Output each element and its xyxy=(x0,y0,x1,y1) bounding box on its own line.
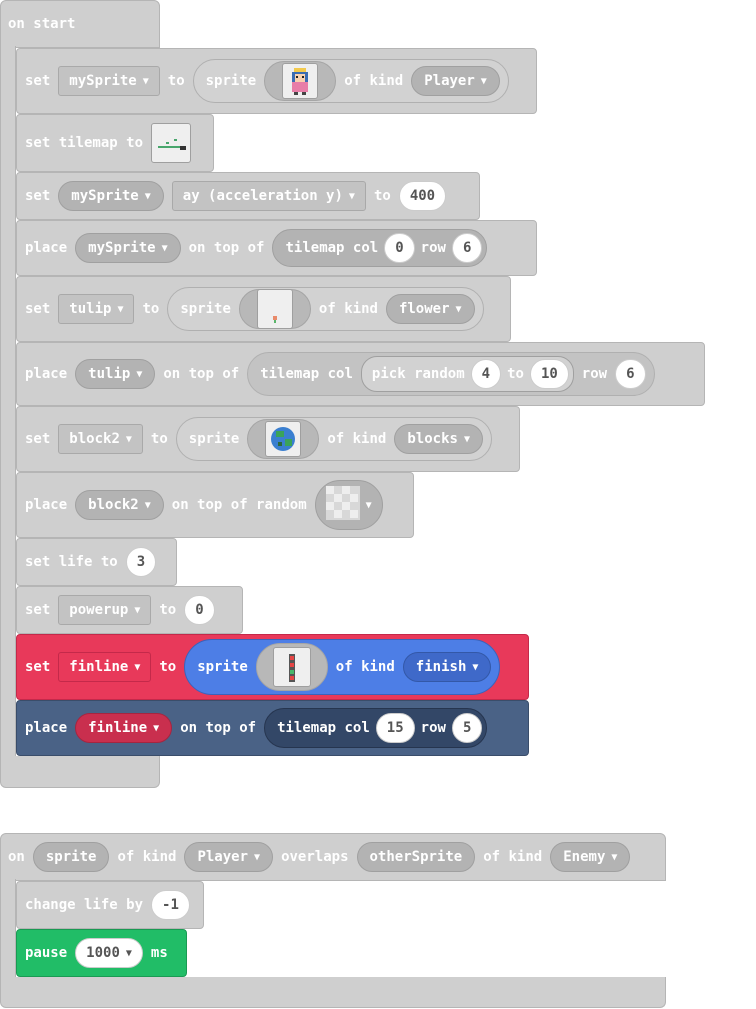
life-value-input[interactable]: 3 xyxy=(125,547,157,577)
dropdown-arrow-icon: ▼ xyxy=(365,499,372,511)
random-min-input[interactable]: 4 xyxy=(470,359,502,389)
variable-dropdown[interactable]: tulip ▼ xyxy=(75,359,156,389)
tulip-image-icon xyxy=(256,289,293,329)
pause-duration-dropdown[interactable]: 1000 ▼ xyxy=(75,938,143,968)
row-input[interactable]: 6 xyxy=(615,359,646,389)
other-sprite-parameter[interactable]: otherSprite xyxy=(356,842,476,872)
property-dropdown[interactable]: ay (acceleration y) ▼ xyxy=(171,181,366,211)
dropdown-arrow-icon: ▼ xyxy=(134,604,141,616)
dropdown-arrow-icon: ▼ xyxy=(480,75,487,87)
acceleration-value-input[interactable]: 400 xyxy=(398,181,447,211)
pause-block[interactable]: pause 1000 ▼ ms xyxy=(16,929,187,977)
traffic-light-icon xyxy=(272,647,311,687)
pick-random-reporter[interactable]: pick random 4 to 10 xyxy=(360,356,574,392)
on-start-body-rail xyxy=(0,46,16,758)
variable-dropdown[interactable]: tulip ▼ xyxy=(58,294,135,324)
sprite-image-picker[interactable] xyxy=(264,61,337,101)
dropdown-arrow-icon: ▼ xyxy=(142,75,149,87)
dropdown-arrow-icon: ▼ xyxy=(136,368,143,380)
on-start-label: on start xyxy=(8,16,76,32)
dropdown-arrow-icon: ▼ xyxy=(134,661,141,673)
change-life-block[interactable]: change life by -1 xyxy=(16,881,204,929)
variable-dropdown[interactable]: finline ▼ xyxy=(58,652,152,682)
variable-dropdown[interactable]: mySprite ▼ xyxy=(75,233,181,263)
set-block2-block[interactable]: set block2 ▼ to sprite of kind blocks ▼ xyxy=(16,406,520,472)
variable-dropdown[interactable]: finline ▼ xyxy=(75,713,173,743)
tilemap-location-reporter[interactable]: tilemap col pick random 4 to 10 row 6 xyxy=(247,352,655,396)
variable-dropdown[interactable]: block2 ▼ xyxy=(75,490,164,520)
dropdown-arrow-icon: ▼ xyxy=(117,303,124,315)
tilemap-location-reporter[interactable]: tilemap col 0 row 6 xyxy=(272,229,488,267)
variable-dropdown[interactable]: powerup ▼ xyxy=(58,595,152,625)
life-change-input[interactable]: -1 xyxy=(151,890,190,920)
set-tilemap-block[interactable]: set tilemap to xyxy=(16,114,214,172)
place-mysprite-block[interactable]: place mySprite ▼ on top of tilemap col 0 … xyxy=(16,220,537,276)
sprite-image-picker[interactable] xyxy=(255,643,328,691)
kind-dropdown[interactable]: blocks ▼ xyxy=(394,424,483,454)
tilemap-location-reporter[interactable]: tilemap col 15 row 5 xyxy=(264,708,488,748)
kind-dropdown[interactable]: finish ▼ xyxy=(402,652,492,682)
overlap-body-rail xyxy=(0,879,16,979)
tilemap-thumbnail-icon[interactable] xyxy=(151,123,192,163)
dropdown-arrow-icon: ▼ xyxy=(144,190,151,202)
variable-dropdown[interactable]: mySprite ▼ xyxy=(58,66,160,96)
on-start-footer xyxy=(0,756,160,788)
set-tulip-block[interactable]: set tulip ▼ to sprite of kind flower ▼ xyxy=(16,276,511,342)
variable-dropdown[interactable]: block2 ▼ xyxy=(58,424,143,454)
kind-dropdown[interactable]: flower ▼ xyxy=(385,294,475,324)
variable-dropdown[interactable]: mySprite ▼ xyxy=(58,181,164,211)
dropdown-arrow-icon: ▼ xyxy=(153,722,160,734)
sprite-of-kind-reporter[interactable]: sprite of kind flower ▼ xyxy=(167,287,484,331)
dropdown-arrow-icon: ▼ xyxy=(455,303,462,315)
princess-sprite-icon xyxy=(282,63,319,99)
sprite-image-picker[interactable] xyxy=(238,289,311,329)
sprite-parameter[interactable]: sprite xyxy=(32,842,110,872)
sprite-of-kind-reporter[interactable]: sprite of kind blocks ▼ xyxy=(175,417,492,461)
set-powerup-block[interactable]: set powerup ▼ to 0 xyxy=(16,586,243,634)
overlap-hat-content: on sprite of kind Player ▼ overlaps other… xyxy=(8,840,631,874)
place-finline-block[interactable]: place finline ▼ on top of tilemap col 15 … xyxy=(16,700,529,756)
set-acceleration-block[interactable]: set mySprite ▼ ay (acceleration y) ▼ to 40… xyxy=(16,172,480,220)
column-input[interactable]: 15 xyxy=(375,713,415,743)
row-input[interactable]: 5 xyxy=(451,713,483,743)
dropdown-arrow-icon: ▼ xyxy=(611,851,618,863)
dropdown-arrow-icon: ▼ xyxy=(125,433,132,445)
random-max-input[interactable]: 10 xyxy=(529,359,569,389)
row-input[interactable]: 6 xyxy=(451,233,483,263)
set-finline-block[interactable]: set finline ▼ to sprite of kind finish ▼ xyxy=(16,634,529,700)
place-block2-block[interactable]: place block2 ▼ on top of random ▼ xyxy=(16,472,414,538)
dropdown-arrow-icon: ▼ xyxy=(254,851,261,863)
kind-dropdown[interactable]: Player ▼ xyxy=(411,66,500,96)
sprite-of-kind-reporter[interactable]: sprite of kind finish ▼ xyxy=(184,639,501,695)
dropdown-arrow-icon: ▼ xyxy=(144,499,151,511)
kind-dropdown-1[interactable]: Player ▼ xyxy=(184,842,274,872)
checker-tile-icon xyxy=(325,486,360,524)
dropdown-arrow-icon: ▼ xyxy=(463,433,470,445)
tile-picker-dropdown[interactable]: ▼ xyxy=(314,480,383,530)
column-input[interactable]: 0 xyxy=(384,233,415,263)
sprite-of-kind-reporter[interactable]: sprite of kind Player ▼ xyxy=(192,59,509,103)
set-mysprite-block[interactable]: set mySprite ▼ to sprite of kind Player ▼ xyxy=(16,48,537,114)
powerup-value-input[interactable]: 0 xyxy=(184,595,215,625)
dropdown-arrow-icon: ▼ xyxy=(348,190,355,202)
overlap-footer xyxy=(0,977,666,1008)
kind-dropdown-2[interactable]: Enemy ▼ xyxy=(550,842,631,872)
dropdown-arrow-icon: ▼ xyxy=(472,661,479,673)
earth-globe-icon xyxy=(265,421,302,457)
dropdown-arrow-icon: ▼ xyxy=(161,242,168,254)
dropdown-arrow-icon: ▼ xyxy=(125,947,132,959)
set-life-block[interactable]: set life to 3 xyxy=(16,538,177,586)
place-tulip-block[interactable]: place tulip ▼ on top of tilemap col pick … xyxy=(16,342,705,406)
sprite-image-picker[interactable] xyxy=(247,419,320,459)
